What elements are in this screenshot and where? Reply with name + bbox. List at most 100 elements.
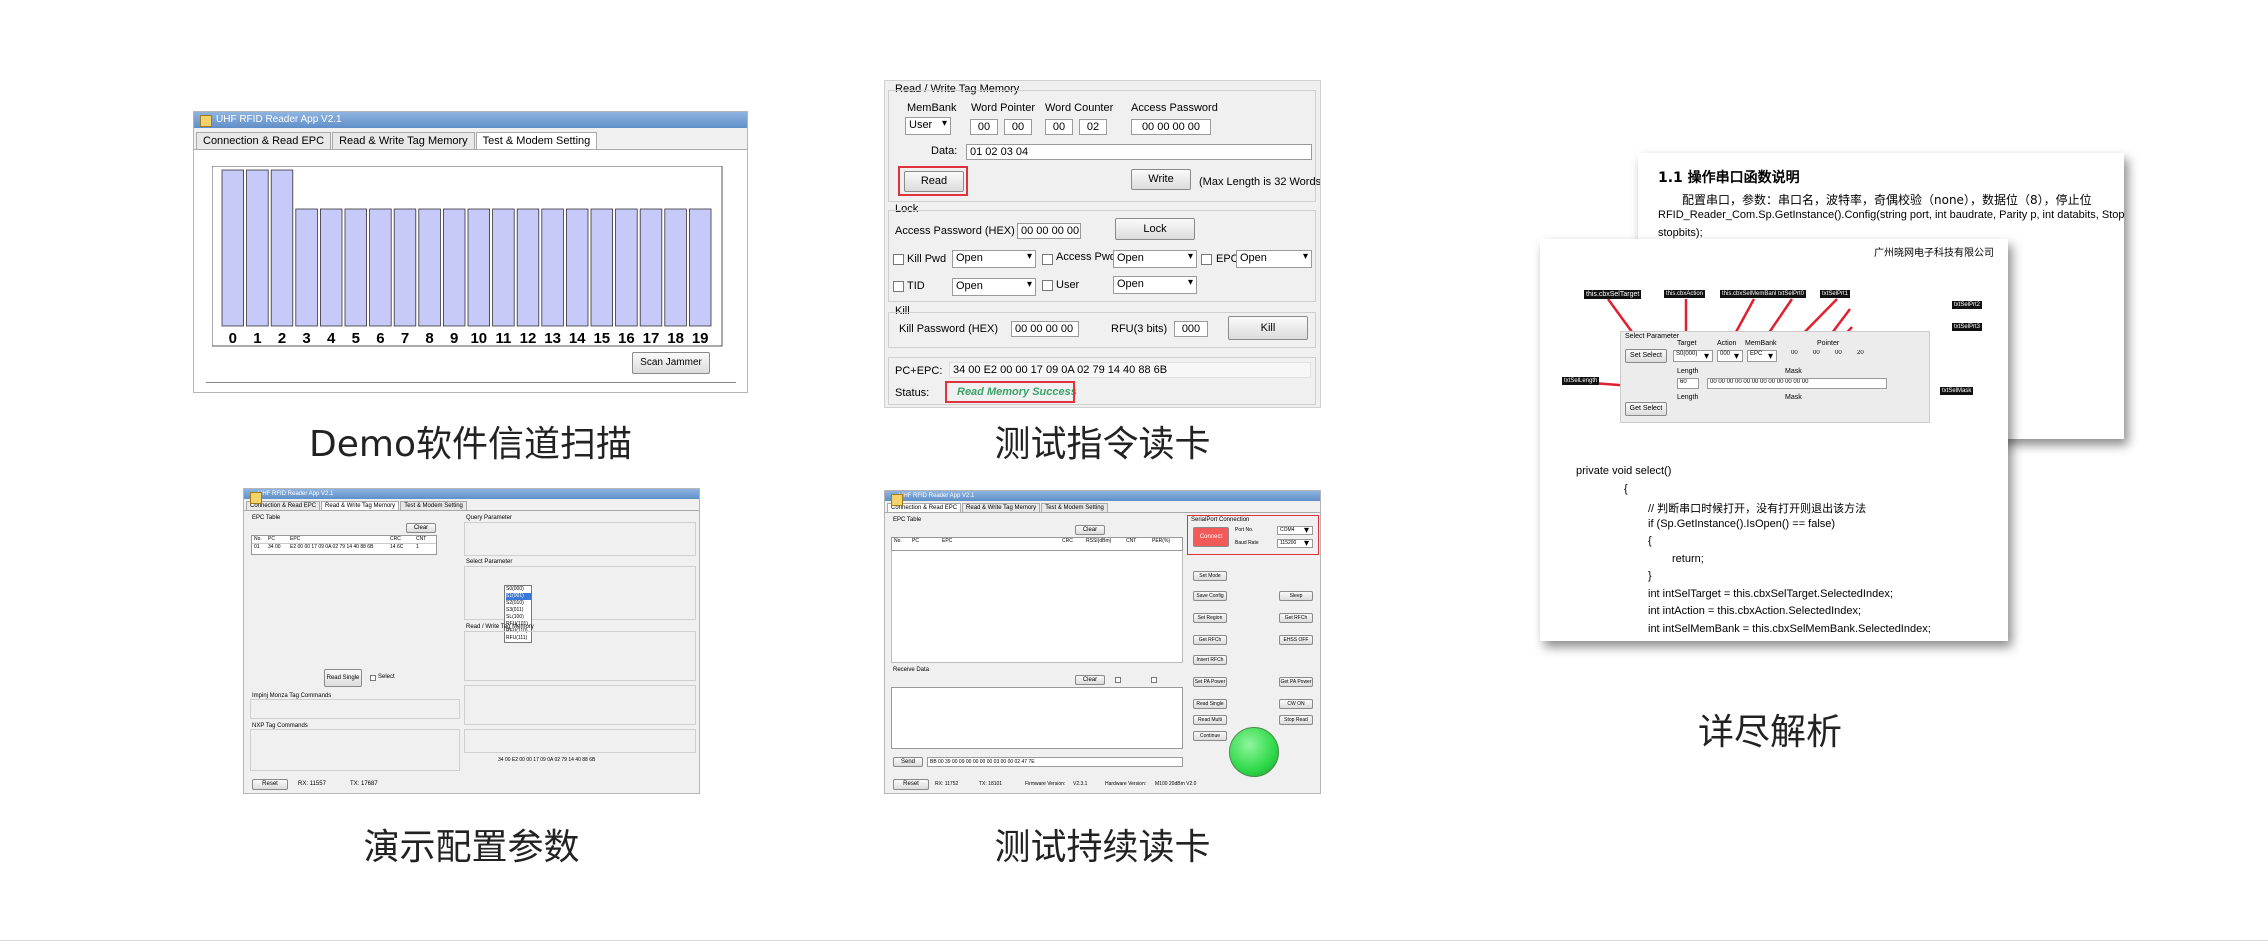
tag-prt1: txtSelPrt1 (1820, 290, 1851, 298)
config-dropdown-option[interactable]: SL(100) (506, 614, 531, 621)
code-line: return; (1672, 552, 1704, 565)
config-select-checkbox[interactable] (370, 675, 376, 681)
code-line: if (Sp.GetInstance().IsOpen() == false) (1648, 517, 1836, 530)
channel-label-0: 0 (229, 330, 237, 347)
cont-button-save-config[interactable]: Save Config (1193, 591, 1227, 601)
tid-select[interactable]: Open (952, 278, 1036, 296)
tab-test-modem[interactable]: Test & Modem Setting (475, 132, 598, 149)
window-title: UHF RFID Reader App V2.1 (194, 112, 747, 128)
cont-header-cell: RSSI(dBm) (1086, 538, 1112, 544)
status-label: Status: (895, 387, 930, 399)
cont-receive-area[interactable] (891, 687, 1183, 749)
cont-autoclear-checkbox[interactable] (1115, 677, 1121, 683)
cont-button-read-single[interactable]: Read Single (1193, 699, 1227, 709)
access-pwd-checkbox[interactable] (1042, 254, 1053, 265)
cont-button-read-multi[interactable]: Read Multi (1193, 715, 1227, 725)
cont-header-cell: No. (894, 538, 902, 544)
sp-get-select-button[interactable]: Get Select (1625, 402, 1667, 416)
cont-button-ehss-off[interactable]: EHSS OFF (1279, 635, 1313, 645)
access-pwd-select[interactable]: Open (1113, 250, 1197, 268)
cont-button-set-region[interactable]: Set Region (1193, 613, 1227, 623)
cont-receive-clear-button[interactable]: Clear (1075, 675, 1105, 685)
sp-membank-select[interactable]: EPC (1747, 350, 1777, 362)
lock-button[interactable]: Lock (1115, 218, 1195, 240)
channel-bar-6 (369, 208, 392, 327)
cont-epc-table-title: EPC Table (893, 517, 922, 523)
cont-button-sleep[interactable]: Sleep (1279, 591, 1313, 601)
config-reset-button[interactable]: Reset (252, 779, 288, 790)
kill-button[interactable]: Kill (1228, 316, 1308, 340)
kill-pwd-select[interactable]: Open (952, 250, 1036, 268)
channel-label-15: 15 (593, 330, 610, 347)
tag-sel-length: txtSelLength (1562, 377, 1600, 385)
cont-send-button[interactable]: Send (893, 757, 923, 767)
tid-label: TID (907, 280, 925, 292)
kill-password-field[interactable]: 00 00 00 00 (1011, 321, 1079, 337)
cont-button-set-pa-power[interactable]: Set PA Power (1193, 677, 1227, 687)
cont-button-set-mode[interactable]: Set Mode (1193, 571, 1227, 581)
cont-send-field[interactable]: BB 00 39 00 09 00 00 00 00 03 00 00 02 4… (927, 757, 1183, 767)
sp-pointer-4[interactable]: 20 (1855, 350, 1873, 362)
config-tab-test[interactable]: Test & Modem Setting (400, 501, 467, 510)
config-table-header: No. PC EPC CRC CNT (252, 536, 436, 544)
sp-pointer-2[interactable]: 00 (1811, 350, 1829, 362)
cont-button-get-rfch[interactable]: Get RFCh (1193, 635, 1227, 645)
sp-set-select-button[interactable]: Set Select (1625, 349, 1667, 363)
tag-prt3: txtSelPrt3 (1952, 323, 1983, 331)
word-pointer-1[interactable]: 00 (970, 119, 998, 135)
word-counter-2[interactable]: 02 (1079, 119, 1107, 135)
cont-visible-checkbox[interactable] (1151, 677, 1157, 683)
sp-target-select[interactable]: S0(000) (1673, 350, 1713, 362)
channel-bar-14 (565, 208, 589, 327)
sp-pointer-1[interactable]: 00 (1789, 350, 1807, 362)
config-dropdown-option[interactable]: S3(011) (506, 607, 531, 614)
config-clear-button[interactable]: Clear (406, 523, 436, 533)
rfu-field[interactable]: 000 (1174, 321, 1208, 337)
scan-jammer-button[interactable]: Scan Jammer (632, 352, 710, 374)
caption-read-cmd: 测试指令读卡 (994, 424, 1211, 465)
config-dropdown-option[interactable]: S0(000) (506, 586, 531, 593)
tab-read-write[interactable]: Read & Write Tag Memory (332, 132, 475, 149)
channel-bar-9 (442, 208, 466, 327)
cont-baud-select[interactable]: 115200 (1277, 539, 1313, 548)
epc-select[interactable]: Open (1236, 250, 1312, 268)
word-counter-1[interactable]: 00 (1045, 119, 1073, 135)
config-table-row[interactable]: 01 34 00 E2 00 00 17 09 0A 02 79 14 40 88 … (252, 544, 436, 552)
sp-mask-field[interactable]: 00 00 00 00 00 00 00 00 00 00 00 00 (1707, 378, 1887, 389)
channel-label-3: 3 (302, 330, 310, 347)
tid-checkbox[interactable] (893, 281, 904, 292)
user-checkbox[interactable] (1042, 280, 1053, 291)
cont-tab-read-write[interactable]: Read & Write Tag Memory (962, 503, 1041, 512)
cont-reset-button[interactable]: Reset (893, 779, 929, 790)
sp-pointer-3[interactable]: 00 (1833, 350, 1851, 362)
config-dropdown-option[interactable]: S2(010) (506, 600, 531, 607)
epc-checkbox[interactable] (1201, 254, 1212, 265)
cont-port-select[interactable]: COM4 (1277, 526, 1313, 535)
sp-length-field[interactable]: 60 (1677, 378, 1699, 389)
user-select[interactable]: Open (1113, 276, 1197, 294)
sp-action-select[interactable]: 000 (1717, 350, 1743, 362)
cont-button-get-rfch[interactable]: Get RFCh (1279, 613, 1313, 623)
cont-button-insert-rfch[interactable]: Insert RFCh (1193, 655, 1227, 665)
cont-button-stop-read[interactable]: Stop Read (1279, 715, 1313, 725)
channel-bar-3 (295, 208, 318, 327)
lock-password-field[interactable]: 00 00 00 00 (1017, 223, 1081, 239)
config-read-single-button[interactable]: Read Single (324, 669, 362, 687)
data-field[interactable]: 01 02 03 04 (966, 144, 1312, 160)
write-button[interactable]: Write (1131, 169, 1191, 190)
cont-button-get-pa-power[interactable]: Get PA Power (1279, 677, 1313, 687)
config-dropdown-option[interactable]: S1(001) (506, 593, 531, 600)
membank-select[interactable]: User (905, 117, 951, 135)
kill-pwd-checkbox[interactable] (893, 254, 904, 265)
cont-clear-button[interactable]: Clear (1075, 525, 1105, 535)
access-password-field[interactable]: 00 00 00 00 (1131, 119, 1211, 135)
config-row-cell: 01 (254, 544, 260, 550)
word-pointer-2[interactable]: 00 (1004, 119, 1032, 135)
config-rw-title: Read / Write Tag Memory (466, 624, 534, 630)
config-tab-read-write[interactable]: Read & Write Tag Memory (321, 501, 400, 510)
cont-button-cw-on[interactable]: CW ON (1279, 699, 1313, 709)
cont-connect-button[interactable]: Connect (1193, 527, 1229, 547)
tab-connection[interactable]: Connection & Read EPC (196, 132, 332, 149)
cont-button-continue[interactable]: Continue (1193, 731, 1227, 741)
cont-tab-test[interactable]: Test & Modem Setting (1041, 503, 1108, 512)
